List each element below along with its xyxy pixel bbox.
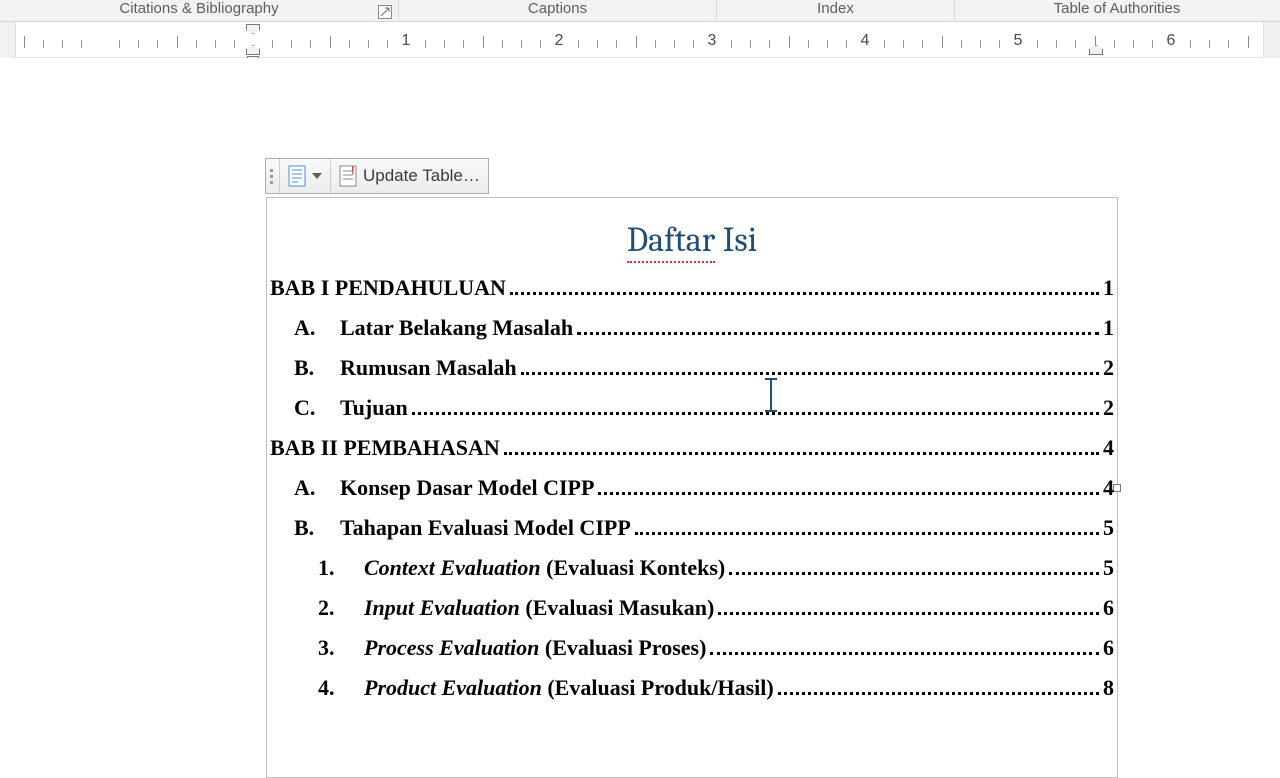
toc-entry-page: 2: [1103, 397, 1114, 419]
ruler-corner: [0, 22, 16, 58]
toc-entry[interactable]: B.Rumusan Masalah 2: [270, 357, 1114, 379]
svg-text:!: !: [351, 165, 355, 177]
toc-title: Daftar Isi: [270, 220, 1114, 263]
toc-entry-bullet: 3.: [318, 637, 364, 659]
ruler-track-container: 1 2 3 4 5 6: [16, 22, 1280, 58]
toc-entry-label: Tahapan Evaluasi Model CIPP: [340, 517, 631, 539]
toc-entry-label: BAB I PENDAHULUAN: [270, 277, 506, 299]
toc-leader-dots: [577, 332, 1099, 335]
ruler-number: 6: [1167, 32, 1176, 50]
toc-entry[interactable]: A.Latar Belakang Masalah 1: [270, 317, 1114, 339]
toc-entry-bullet: 2.: [318, 597, 364, 619]
toc-leader-dots: [521, 372, 1099, 375]
page-icon: [288, 165, 306, 187]
toc-entry-label: Tujuan: [340, 397, 408, 419]
toc-entry-bullet: A.: [294, 317, 340, 339]
toc-entry-page: 1: [1103, 277, 1114, 299]
toc-leader-dots: [778, 692, 1099, 695]
toc-entry[interactable]: 2.Input Evaluation (Evaluasi Masukan) 6: [270, 597, 1114, 619]
toc-entry-bullet: C.: [294, 397, 340, 419]
toc-entry-page: 6: [1103, 637, 1114, 659]
chevron-down-icon: [312, 173, 322, 179]
hanging-indent-marker[interactable]: [246, 45, 260, 55]
right-indent-marker[interactable]: [1089, 45, 1103, 55]
toolbar-grip[interactable]: [266, 159, 280, 193]
first-line-indent-marker[interactable]: [246, 24, 260, 34]
toc-entry-label: Rumusan Masalah: [340, 357, 517, 379]
toc-entry-page: 5: [1103, 517, 1114, 539]
toc-entry[interactable]: 4.Product Evaluation (Evaluasi Produk/Ha…: [270, 677, 1114, 699]
ribbon-group-label: Table of Authorities: [1054, 0, 1181, 17]
toc-entry-label: Process Evaluation (Evaluasi Proses): [364, 637, 706, 659]
update-table-button[interactable]: ! Update Table…: [331, 159, 488, 193]
toc-leader-dots: [710, 652, 1099, 655]
toc-entry-label: Product Evaluation (Evaluasi Produk/Hasi…: [364, 677, 774, 699]
toc-entry-bullet: A.: [294, 477, 340, 499]
update-table-label: Update Table…: [363, 166, 480, 186]
toc-entry[interactable]: A.Konsep Dasar Model CIPP 4: [270, 477, 1114, 499]
text-cursor: [770, 378, 772, 412]
toc-leader-dots: [504, 452, 1099, 455]
toc-entry-label: Context Evaluation (Evaluasi Konteks): [364, 557, 725, 579]
toc-entry-page: 4: [1103, 437, 1114, 459]
ruler-number: 4: [861, 32, 870, 50]
toc-leader-dots: [635, 532, 1099, 535]
ribbon-group-table-of-authorities[interactable]: Table of Authorities: [955, 0, 1279, 22]
toc-entry-label: Konsep Dasar Model CIPP: [340, 477, 594, 499]
toc-entry[interactable]: BAB II PEMBAHASAN 4: [270, 437, 1114, 459]
toc-mini-toolbar: ! Update Table…: [265, 158, 489, 194]
ribbon-group-citations-bibliography[interactable]: Citations & Bibliography: [0, 0, 398, 22]
ruler-number: 3: [708, 32, 717, 50]
toc-leader-dots: [729, 572, 1099, 575]
resize-handle-right[interactable]: [1113, 484, 1121, 492]
ribbon-group-label: Captions: [528, 0, 587, 17]
ribbon-group-label: Index: [817, 0, 854, 17]
toc-leader-dots: [598, 492, 1099, 495]
toc-entry-page: 1: [1103, 317, 1114, 339]
document-area[interactable]: ! Update Table… Daftar Isi BAB I PENDAHU…: [16, 58, 1280, 720]
toc-entry-label: BAB II PEMBAHASAN: [270, 437, 500, 459]
toc-entry[interactable]: 3.Process Evaluation (Evaluasi Proses) 6: [270, 637, 1114, 659]
page-refresh-icon: !: [339, 165, 357, 187]
toc-entry-page: 5: [1103, 557, 1114, 579]
toc-content[interactable]: Daftar Isi BAB I PENDAHULUAN1A.Latar Bel…: [270, 220, 1114, 717]
toc-entry-page: 6: [1103, 597, 1114, 619]
toc-entry-page: 8: [1103, 677, 1114, 699]
toc-entry[interactable]: B.Tahapan Evaluasi Model CIPP 5: [270, 517, 1114, 539]
toc-entry-bullet: B.: [294, 357, 340, 379]
toc-entry-label: Input Evaluation (Evaluasi Masukan): [364, 597, 714, 619]
toc-leader-dots: [510, 292, 1099, 295]
dialog-launcher-icon[interactable]: [378, 5, 392, 19]
toc-entry-page: 2: [1103, 357, 1114, 379]
toc-leader-dots: [718, 612, 1099, 615]
toc-entry-label: Latar Belakang Masalah: [340, 317, 573, 339]
ruler-number: 5: [1014, 32, 1023, 50]
ruler-number: 1: [402, 32, 411, 50]
toc-entry[interactable]: C.Tujuan 2: [270, 397, 1114, 419]
horizontal-ruler[interactable]: 1 2 3 4 5 6: [0, 22, 1280, 58]
toc-leader-dots: [412, 412, 1099, 415]
ribbon-group-label: Citations & Bibliography: [119, 0, 278, 17]
toc-entry-page: 4: [1103, 477, 1114, 499]
ribbon-group-labels: Citations & Bibliography Captions Index Tab…: [0, 0, 1280, 22]
ribbon-group-captions[interactable]: Captions: [399, 0, 716, 22]
toc-style-dropdown[interactable]: [280, 159, 331, 193]
toc-entry-bullet: 1.: [318, 557, 364, 579]
toc-entry-bullet: B.: [294, 517, 340, 539]
toc-entry[interactable]: BAB I PENDAHULUAN 1: [270, 277, 1114, 299]
toc-entry[interactable]: 1.Context Evaluation (Evaluasi Konteks) 5: [270, 557, 1114, 579]
ribbon-group-index[interactable]: Index: [717, 0, 954, 22]
toc-entry-bullet: 4.: [318, 677, 364, 699]
ruler-number: 2: [555, 32, 564, 50]
